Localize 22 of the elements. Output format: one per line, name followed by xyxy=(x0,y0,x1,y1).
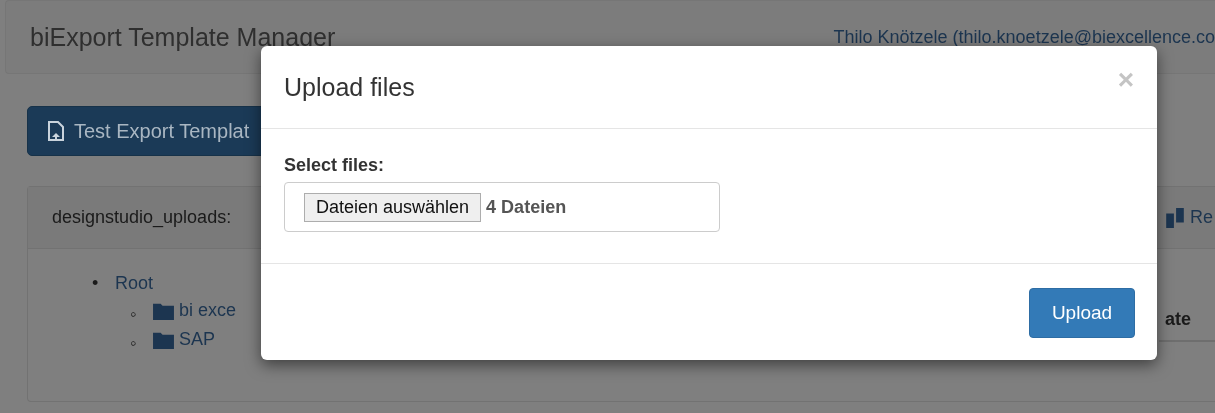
copy-icon xyxy=(1164,206,1186,229)
file-upload-icon xyxy=(48,121,64,141)
app-title: biExport Template Manager xyxy=(30,22,336,52)
folder-icon xyxy=(153,301,174,320)
panel-title: designstudio_uploads: xyxy=(52,207,232,228)
panel-action-link[interactable]: Re xyxy=(1164,206,1215,229)
bullet: • xyxy=(92,273,100,294)
folder-item[interactable]: SAP xyxy=(153,329,216,350)
bullet: ◦ xyxy=(130,304,138,325)
close-button[interactable]: × xyxy=(1117,64,1134,96)
upload-button[interactable]: Upload xyxy=(1029,288,1135,338)
choose-files-button[interactable]: Dateien auswählen xyxy=(304,192,482,222)
bullet: ◦ xyxy=(130,333,138,354)
folder-item[interactable]: bi exce xyxy=(153,300,237,321)
tree-item[interactable]: Root xyxy=(115,273,154,294)
file-count: 4 Dateien xyxy=(486,196,567,218)
column-header: ate xyxy=(1159,309,1215,342)
field-label: Select files: xyxy=(284,155,386,176)
dialog-title: Upload files xyxy=(284,72,415,102)
file-input-field[interactable]: Dateien auswählen 4 Dateien xyxy=(284,182,720,232)
user-link[interactable]: Thilo Knötzele (thilo.knoetzele@biexcellence.co xyxy=(833,26,1215,48)
folder-icon xyxy=(153,330,174,349)
